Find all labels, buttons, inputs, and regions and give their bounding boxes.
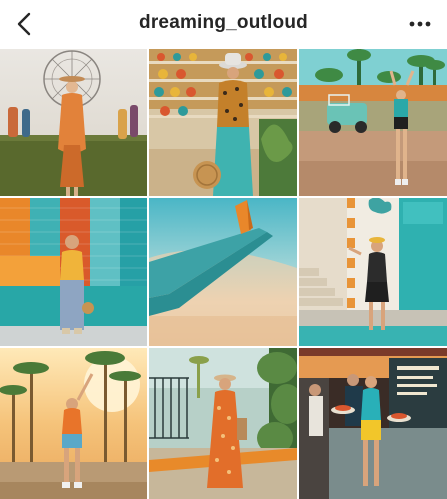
pottery-shop-photo: [149, 49, 297, 196]
posts-grid: [0, 49, 447, 499]
post-thumbnail[interactable]: [149, 198, 297, 346]
more-horizontal-icon: [409, 21, 431, 27]
post-thumbnail[interactable]: [149, 348, 297, 499]
post-thumbnail[interactable]: [299, 198, 447, 346]
festival-photo: [0, 49, 147, 196]
profile-username: dreaming_outloud: [139, 12, 308, 33]
post-thumbnail[interactable]: [149, 49, 297, 196]
post-thumbnail[interactable]: [299, 49, 447, 196]
post-thumbnail[interactable]: [0, 49, 147, 196]
post-thumbnail[interactable]: [299, 348, 447, 499]
jeep-photo: [299, 49, 447, 196]
teal-wall-photo: [299, 198, 447, 346]
more-options-button[interactable]: [403, 6, 437, 42]
orange-dress-photo: [149, 348, 297, 499]
profile-header: dreaming_outloud: [0, 0, 447, 49]
post-thumbnail[interactable]: [0, 198, 147, 346]
post-thumbnail[interactable]: [0, 348, 147, 499]
colorful-wall-photo: [0, 198, 147, 346]
food-truck-photo: [299, 348, 447, 499]
airplane-wing-photo: [149, 198, 297, 346]
palm-trees-photo: [0, 348, 147, 499]
